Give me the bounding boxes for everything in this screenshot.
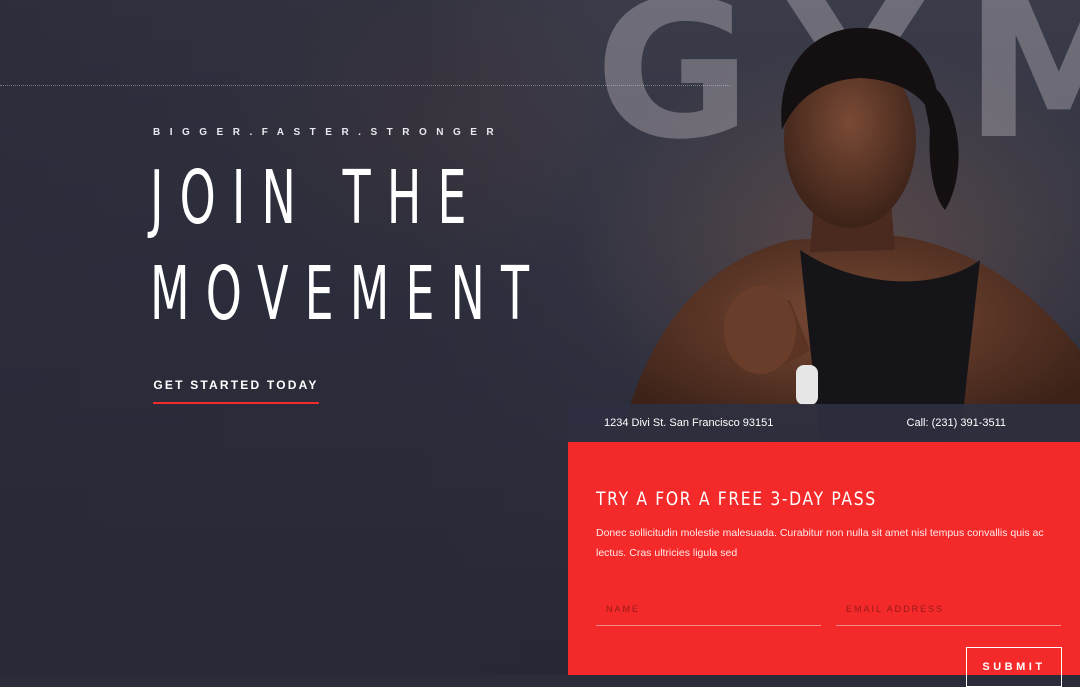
athlete-photo [620, 27, 1080, 440]
hero-tagline: BIGGER.FASTER.STRONGER [153, 127, 504, 138]
submit-button[interactable]: SUBMIT [966, 647, 1062, 687]
address-text: 1234 Divi St. San Francisco 93151 [604, 417, 774, 429]
headline-line-2: MOVEMENT [150, 251, 546, 337]
hero-headline: JOIN THE MOVEMENT [150, 150, 545, 342]
name-input[interactable] [596, 592, 821, 626]
dotted-divider [0, 85, 730, 86]
email-input[interactable] [836, 592, 1061, 626]
form-description: Donec sollicitudin molestie malesuada. C… [596, 527, 1044, 559]
phone-text[interactable]: Call: (231) 391-3511 [907, 417, 1006, 429]
free-pass-form-panel: TRY A FOR A FREE 3-DAY PASS Donec sollic… [568, 442, 1080, 687]
headline-line-1: JOIN THE [150, 155, 483, 241]
contact-info-bar: 1234 Divi St. San Francisco 93151 Call: … [568, 404, 1080, 442]
get-started-button[interactable]: GET STARTED TODAY [153, 368, 319, 404]
form-title: TRY A FOR A FREE 3-DAY PASS [596, 488, 877, 510]
